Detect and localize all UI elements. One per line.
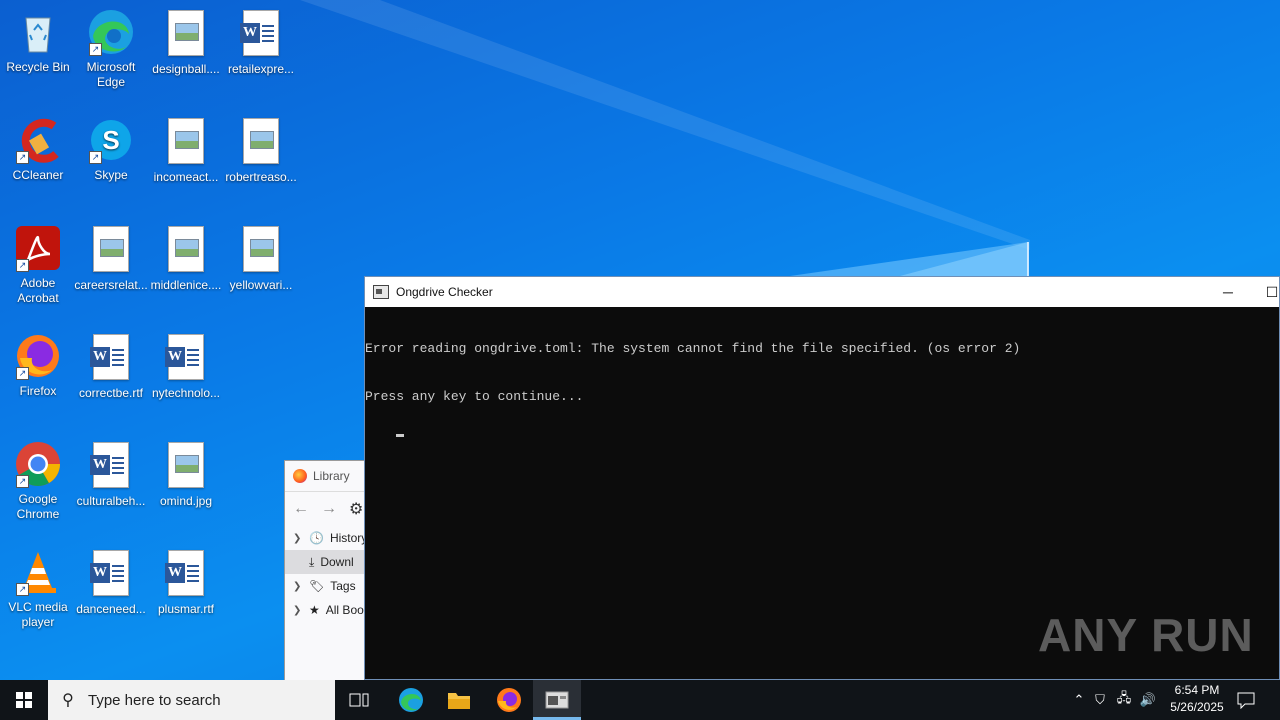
taskbar-file-explorer-button[interactable]	[435, 680, 483, 720]
word-document-icon: W	[87, 550, 135, 598]
desktop-icon-designball[interactable]: designball....	[148, 8, 224, 77]
folder-icon	[448, 693, 470, 709]
vlc-cone-icon: ↗	[14, 548, 62, 596]
ccleaner-icon: ↗	[14, 116, 62, 164]
desktop-icon-danceneed[interactable]: W danceneed...	[73, 548, 149, 617]
desktop-icon-yellowvari[interactable]: yellowvari...	[223, 224, 299, 293]
desktop-icon-vlc[interactable]: ↗ VLC media player	[0, 548, 76, 630]
desktop-icon-plusmar[interactable]: W plusmar.rtf	[148, 548, 224, 617]
desktop-icon-middlenice[interactable]: middlenice....	[148, 224, 224, 293]
chevron-right-icon: ❯	[293, 580, 302, 592]
back-arrow-icon[interactable]: ←	[293, 500, 309, 518]
system-tray: ⌃ ⛉ 🖧 🔊	[1070, 680, 1160, 720]
desktop-icon-nytechnolo[interactable]: W nytechnolo...	[148, 332, 224, 401]
desktop-icon-recycle-bin[interactable]: Recycle Bin	[0, 8, 76, 75]
acrobat-icon: ↗	[14, 224, 62, 272]
console-app-icon	[373, 285, 389, 299]
taskbar-search-box[interactable]: ⚲ Type here to search	[48, 680, 335, 720]
desktop-icon-robertreaso[interactable]: robertreaso...	[223, 116, 299, 185]
svg-text:S: S	[102, 125, 119, 155]
desktop-icon-edge[interactable]: ↗ Microsoft Edge	[73, 8, 149, 90]
console-titlebar[interactable]: Ongdrive Checker ─ ☐	[365, 277, 1279, 307]
star-icon: ★	[309, 603, 320, 617]
desktop-icon-ccleaner[interactable]: ↗ CCleaner	[0, 116, 76, 183]
taskbar: ⚲ Type here to search ⌃ ⛉ 🖧 🔊 6:54 PM 5/…	[0, 680, 1280, 720]
edge-icon: ↗	[87, 8, 135, 56]
chrome-icon: ↗	[14, 440, 62, 488]
library-title: Library	[313, 469, 350, 483]
image-file-icon	[87, 226, 135, 274]
network-icon[interactable]: 🖧	[1112, 689, 1136, 711]
word-document-icon: W	[162, 334, 210, 382]
console-output[interactable]: Error reading ongdrive.toml: The system …	[365, 307, 1279, 458]
notification-center-button[interactable]	[1224, 680, 1268, 720]
taskbar-clock[interactable]: 6:54 PM 5/26/2025	[1160, 682, 1234, 716]
search-icon: ⚲	[62, 692, 74, 709]
maximize-button[interactable]: ☐	[1249, 277, 1280, 307]
console-line-prompt: Press any key to continue...	[365, 389, 584, 404]
taskbar-edge-button[interactable]	[387, 680, 435, 720]
console-title: Ongdrive Checker	[396, 285, 493, 299]
start-button[interactable]	[0, 680, 48, 720]
minimize-button[interactable]: ─	[1205, 277, 1251, 307]
desktop-icon-skype[interactable]: S ↗ Skype	[73, 116, 149, 183]
desktop-icon-google-chrome[interactable]: ↗ Google Chrome	[0, 440, 76, 522]
desktop-icon-careersrelat[interactable]: careersrelat...	[73, 224, 149, 293]
image-file-icon	[162, 226, 210, 274]
desktop-icon-omind[interactable]: omind.jpg	[148, 440, 224, 509]
desktop-icon-incomeact[interactable]: incomeact...	[148, 116, 224, 185]
console-cursor	[396, 434, 405, 437]
clock-date: 5/26/2025	[1170, 700, 1224, 714]
chevron-right-icon: ❯	[293, 604, 302, 616]
notification-icon	[1237, 692, 1255, 709]
skype-icon: S ↗	[87, 116, 135, 164]
task-view-button[interactable]	[335, 680, 383, 720]
forward-arrow-icon[interactable]: →	[321, 500, 337, 518]
anyrun-watermark: ANY RUN	[1038, 609, 1254, 661]
clock-time: 6:54 PM	[1174, 683, 1220, 697]
task-view-icon	[349, 693, 369, 707]
image-file-icon	[162, 10, 210, 58]
desktop-icon-correctbe[interactable]: W correctbe.rtf	[73, 332, 149, 401]
console-app-icon	[545, 691, 569, 709]
gear-icon[interactable]: ⚙	[349, 499, 363, 519]
console-line-error: Error reading ongdrive.toml: The system …	[365, 341, 1021, 356]
taskbar-console-button[interactable]	[533, 680, 581, 720]
desktop-icon-adobe-acrobat[interactable]: ↗ Adobe Acrobat	[0, 224, 76, 306]
search-placeholder: Type here to search	[88, 691, 221, 709]
download-icon: ⤓	[309, 554, 315, 569]
firefox-icon	[497, 688, 521, 712]
desktop-icon-retailexpre[interactable]: W retailexpre...	[223, 8, 299, 77]
firefox-icon	[293, 469, 307, 483]
word-document-icon: W	[87, 334, 135, 382]
image-file-icon	[237, 118, 285, 166]
desktop-icon-firefox[interactable]: ↗ Firefox	[0, 332, 76, 399]
chevron-right-icon: ❯	[293, 532, 302, 544]
clock-icon: 🕓	[309, 531, 324, 545]
windows-logo-icon	[16, 692, 32, 708]
image-file-icon	[162, 442, 210, 490]
recycle-bin-icon	[14, 8, 62, 56]
chevron-up-icon[interactable]: ⌃	[1070, 692, 1088, 708]
firefox-icon: ↗	[14, 332, 62, 380]
word-document-icon: W	[237, 10, 285, 58]
image-file-icon	[237, 226, 285, 274]
tag-icon: 🏷	[309, 579, 325, 593]
image-file-icon	[162, 118, 210, 166]
word-document-icon: W	[162, 550, 210, 598]
desktop-icon-culturalbeh[interactable]: W culturalbeh...	[73, 440, 149, 509]
volume-icon[interactable]: 🔊	[1136, 692, 1160, 708]
word-document-icon: W	[87, 442, 135, 490]
security-shield-icon[interactable]: ⛉	[1088, 692, 1112, 708]
edge-icon	[399, 688, 423, 712]
taskbar-firefox-button[interactable]	[485, 680, 533, 720]
